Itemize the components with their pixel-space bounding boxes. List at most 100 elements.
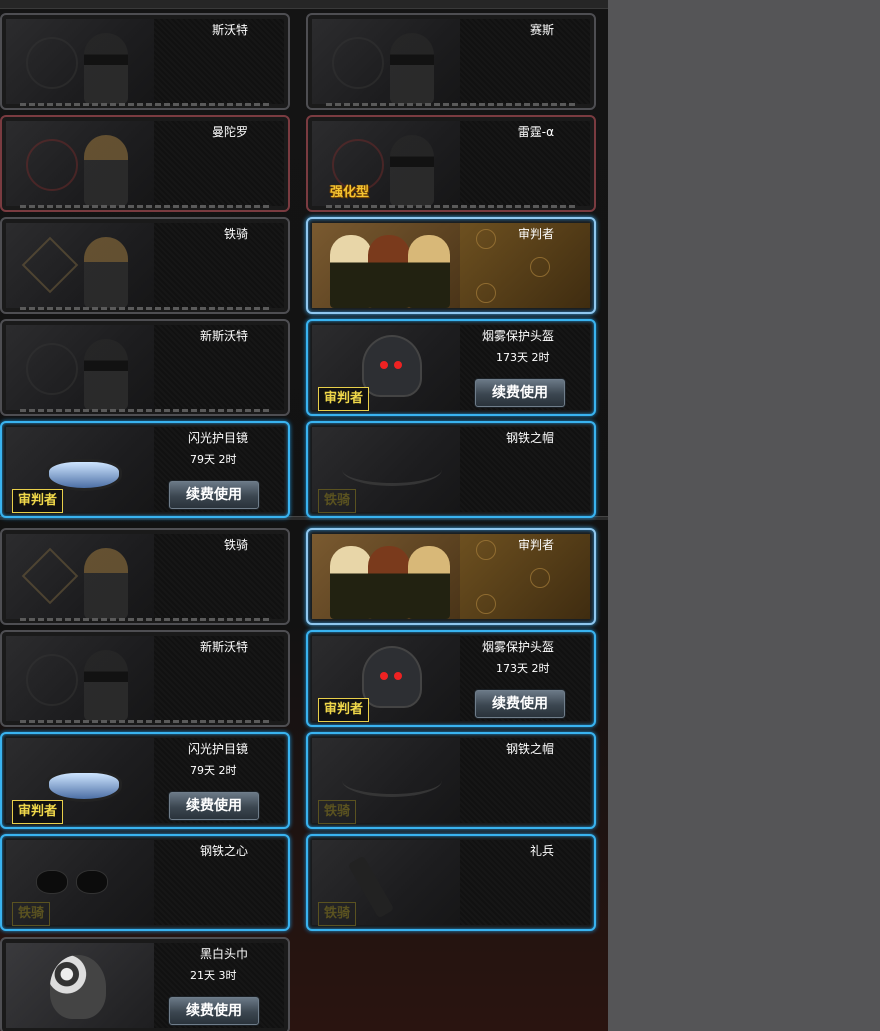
emblem-icon	[476, 283, 496, 303]
item-name: 曼陀罗	[211, 125, 248, 139]
item-card[interactable]: 审判者 闪光护目镜 79天 2时 续费使用	[0, 421, 290, 518]
character-icon	[330, 235, 372, 308]
emblem-icon	[476, 594, 496, 614]
item-name: 赛斯	[529, 23, 554, 37]
item-card[interactable]: 铁骑	[0, 217, 290, 314]
soldier-icon	[390, 33, 434, 104]
soldier-icon	[84, 650, 128, 721]
eagle-emblem-icon	[26, 343, 78, 395]
item-thumbnail: 铁骑	[312, 738, 460, 824]
item-card[interactable]: 新斯沃特	[0, 630, 290, 727]
goggles-icon	[46, 459, 122, 491]
renew-button[interactable]: 续费使用	[169, 481, 259, 509]
item-card[interactable]: 黑白头巾 21天 3时 续费使用	[0, 937, 290, 1031]
item-card[interactable]: 铁骑 礼兵	[306, 834, 596, 931]
item-name: 新斯沃特	[199, 329, 248, 343]
set-tag: 铁骑	[318, 902, 357, 926]
item-thumbnail: 强化型	[312, 121, 460, 206]
character-icon	[408, 235, 450, 308]
item-thumbnail	[6, 943, 154, 1028]
eagle-emblem-icon	[26, 654, 78, 706]
item-card[interactable]: 审判者 闪光护目镜 79天 2时 续费使用	[0, 732, 290, 829]
item-card[interactable]: 铁骑 钢铁之心	[0, 834, 290, 931]
item-name: 钢铁之心	[199, 844, 248, 858]
renew-button[interactable]: 续费使用	[475, 379, 565, 407]
item-card-selected[interactable]: 审判者	[306, 528, 596, 625]
female-soldier-icon	[84, 135, 128, 206]
item-card[interactable]: 铁骑 钢铁之帽	[306, 421, 596, 518]
star-emblem-icon	[21, 236, 79, 294]
item-thumbnail: 审判者	[6, 738, 154, 824]
character-icon	[408, 546, 450, 619]
item-card[interactable]: 赛斯	[306, 13, 596, 110]
character-icon	[330, 546, 372, 619]
item-thumbnail	[6, 121, 154, 206]
set-tag: 审判者	[12, 489, 64, 513]
female-soldier-icon	[84, 237, 128, 308]
item-card-selected[interactable]: 审判者	[306, 217, 596, 314]
item-card[interactable]: 曼陀罗	[0, 115, 290, 212]
item-name: 新斯沃特	[199, 640, 248, 654]
soldier-icon	[84, 339, 128, 410]
item-thumbnail	[6, 534, 154, 619]
item-card[interactable]: 铁骑 钢铁之帽	[306, 732, 596, 829]
item-name: 审判者	[517, 227, 554, 241]
set-tag: 审判者	[318, 698, 370, 722]
renew-button[interactable]: 续费使用	[169, 792, 259, 820]
emblem-icon	[476, 229, 496, 249]
item-name: 烟雾保护头盔	[481, 640, 554, 654]
item-duration: 79天 2时	[190, 453, 237, 466]
set-tag: 铁骑	[318, 489, 357, 513]
helmet-icon	[362, 335, 422, 397]
female-soldier-icon	[84, 548, 128, 619]
bandana-icon	[50, 955, 106, 1019]
item-thumbnail: 铁骑	[312, 427, 460, 513]
item-thumbnail	[6, 223, 154, 308]
item-name: 钢铁之帽	[505, 742, 554, 756]
cap-icon	[342, 453, 442, 486]
item-thumbnail: 铁骑	[6, 840, 154, 926]
item-thumbnail	[312, 534, 460, 619]
item-thumbnail	[6, 325, 154, 410]
item-thumbnail: 审判者	[312, 325, 460, 411]
item-card[interactable]: 审判者 烟雾保护头盔 173天 2时 续费使用	[306, 319, 596, 416]
item-name: 闪光护目镜	[187, 431, 248, 445]
emblem-icon	[476, 540, 496, 560]
set-tag: 审判者	[318, 387, 370, 411]
renew-button[interactable]: 续费使用	[475, 690, 565, 718]
item-thumbnail	[6, 19, 154, 104]
item-list-panel: 斯沃特 赛斯 曼陀罗 强化型 雷霆-α 铁骑 审判者 新斯沃特 审判者 烟雾保护…	[0, 0, 608, 1031]
item-card[interactable]: 强化型 雷霆-α	[306, 115, 596, 212]
item-duration: 173天 2时	[496, 351, 550, 364]
character-icon	[368, 235, 410, 308]
item-name: 黑白头巾	[199, 947, 248, 961]
wings-emblem-icon	[332, 37, 384, 89]
item-name: 闪光护目镜	[187, 742, 248, 756]
item-duration: 21天 3时	[190, 969, 237, 982]
soldier-icon	[84, 33, 128, 104]
set-tag: 审判者	[12, 800, 64, 824]
eagle-emblem-icon	[26, 37, 78, 89]
set-tag: 铁骑	[318, 800, 357, 824]
character-icon	[368, 546, 410, 619]
item-thumbnail: 审判者	[312, 636, 460, 722]
item-card[interactable]: 审判者 烟雾保护头盔 173天 2时 续费使用	[306, 630, 596, 727]
item-thumbnail	[312, 19, 460, 104]
item-name: 雷霆-α	[517, 125, 554, 139]
emblem-icon	[530, 257, 550, 277]
item-card[interactable]: 新斯沃特	[0, 319, 290, 416]
sunglasses-icon	[32, 870, 116, 894]
emblem-icon	[26, 139, 78, 191]
item-name: 钢铁之帽	[505, 431, 554, 445]
enhanced-badge: 强化型	[330, 185, 370, 200]
renew-button[interactable]: 续费使用	[169, 997, 259, 1025]
helmet-icon	[362, 646, 422, 708]
item-card[interactable]: 铁骑	[0, 528, 290, 625]
item-name: 礼兵	[529, 844, 554, 858]
item-card[interactable]: 斯沃特	[0, 13, 290, 110]
item-thumbnail	[312, 223, 460, 308]
item-duration: 173天 2时	[496, 662, 550, 675]
item-thumbnail: 铁骑	[312, 840, 460, 926]
item-name: 铁骑	[223, 227, 248, 241]
top-strip	[0, 0, 608, 9]
